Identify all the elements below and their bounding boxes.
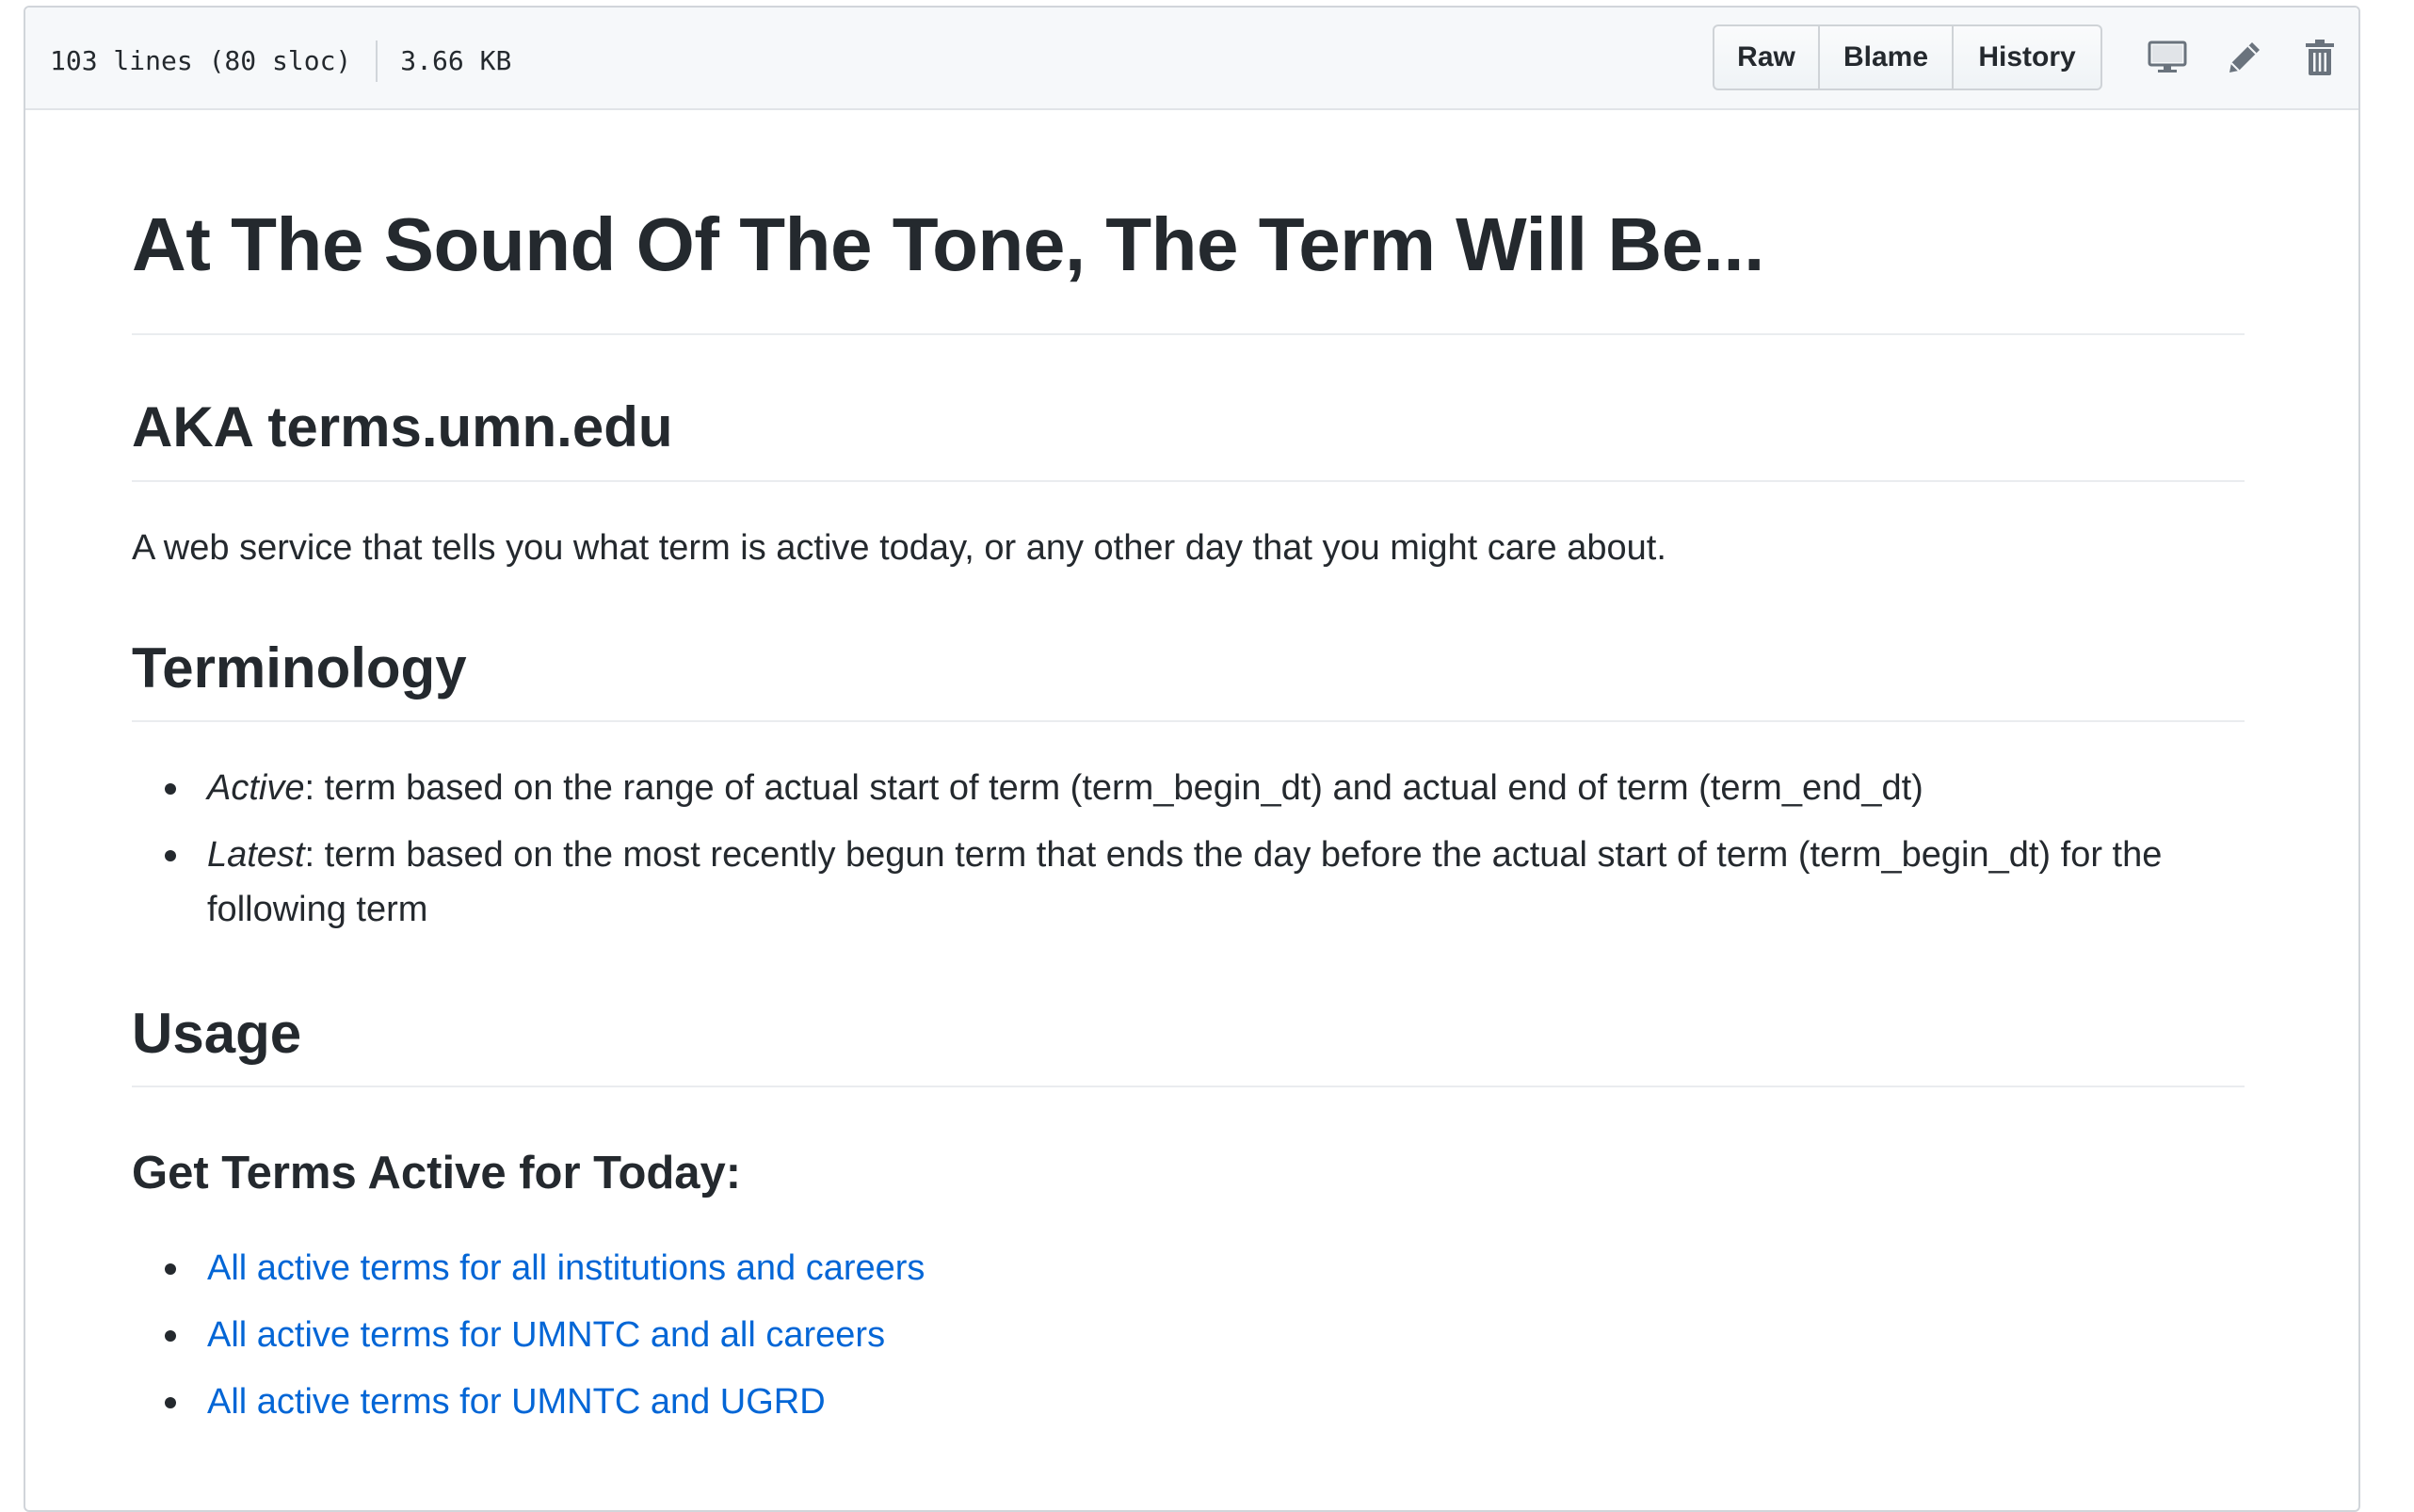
term-definition: : term based on the range of actual star…: [304, 768, 1923, 808]
list-item: Latest: term based on the most recently …: [132, 828, 2245, 937]
list-item: All active terms for UMNTC and UGRD: [132, 1375, 2245, 1429]
today-links-list: All active terms for all institutions an…: [132, 1241, 2245, 1441]
pencil-icon[interactable]: [2223, 36, 2266, 79]
link-umntc-all-careers[interactable]: All active terms for UMNTC and all caree…: [207, 1315, 885, 1355]
term-definition: : term based on the most recently begun …: [207, 835, 2163, 929]
history-button[interactable]: History: [1954, 24, 2102, 90]
line-count: 103 lines (80 sloc): [50, 45, 352, 76]
file-header: 103 lines (80 sloc) 3.66 KB Raw Blame Hi…: [25, 8, 2358, 110]
blame-button[interactable]: Blame: [1820, 24, 1954, 90]
link-all-institutions-careers[interactable]: All active terms for all institutions an…: [207, 1248, 925, 1288]
today-heading: Get Terms Active for Today:: [132, 1148, 742, 1198]
terminology-heading-rule: [132, 720, 2245, 722]
aka-heading: AKA terms.umn.edu: [132, 395, 673, 458]
file-info: 103 lines (80 sloc) 3.66 KB: [50, 40, 511, 82]
desktop-icon[interactable]: [2146, 36, 2189, 79]
list-item: Active: term based on the range of actua…: [132, 761, 2245, 815]
readme-title-rule: [132, 333, 2245, 335]
trash-icon[interactable]: [2298, 36, 2342, 79]
aka-heading-rule: [132, 480, 2245, 482]
usage-heading: Usage: [132, 1002, 302, 1065]
readme-title: At The Sound Of The Tone, The Term Will …: [132, 202, 1764, 286]
usage-heading-rule: [132, 1086, 2245, 1087]
file-info-divider: [376, 40, 378, 82]
link-umntc-ugrd[interactable]: All active terms for UMNTC and UGRD: [207, 1382, 826, 1422]
list-item: All active terms for all institutions an…: [132, 1241, 2245, 1295]
raw-button[interactable]: Raw: [1713, 24, 1820, 90]
term-name: Latest: [207, 835, 305, 875]
term-name: Active: [207, 768, 305, 808]
list-item: All active terms for UMNTC and all caree…: [132, 1308, 2245, 1362]
terminology-heading: Terminology: [132, 636, 467, 700]
terminology-list: Active: term based on the range of actua…: [132, 761, 2245, 949]
file-actions-button-group: Raw Blame History: [1713, 24, 2102, 90]
file-size: 3.66 KB: [400, 45, 512, 76]
description-paragraph: A web service that tells you what term i…: [132, 528, 1666, 568]
